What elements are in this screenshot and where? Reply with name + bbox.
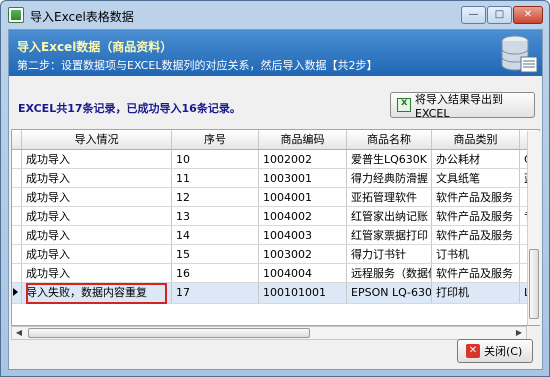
cell-status: 成功导入 (22, 207, 172, 225)
close-icon: ✕ (466, 344, 480, 358)
cell-seq: 17 (172, 283, 259, 303)
cell-code: 1004004 (259, 264, 347, 282)
scroll-left-arrow-icon[interactable]: ◀ (12, 327, 26, 339)
column-header-name[interactable]: 商品名称 (347, 130, 432, 149)
cell-status: 成功导入 (22, 245, 172, 263)
cell-seq: 12 (172, 188, 259, 206)
column-header-category[interactable]: 商品类别 (432, 130, 520, 149)
row-indicator (12, 188, 22, 206)
banner-title: 导入Excel数据（商品资料） (17, 40, 173, 54)
cell-code: 1004001 (259, 188, 347, 206)
table-row[interactable]: 成功导入 10 1002002 爱普生LQ630K 黑 办公耗材 C13 (12, 150, 539, 169)
table-row[interactable]: 成功导入 16 1004004 远程服务（数据修 软件产品及服务 (12, 264, 539, 283)
column-header-code[interactable]: 商品编码 (259, 130, 347, 149)
import-excel-window: 导入Excel表格数据 — □ ✕ 导入Excel数据（商品资料） 第二步：设置… (0, 0, 550, 377)
cell-name: EPSON LQ-630K (347, 283, 432, 303)
row-indicator-header (12, 130, 22, 149)
close-button[interactable]: ✕ 关闭(C) (457, 339, 533, 363)
maximize-button[interactable]: □ (487, 6, 512, 24)
cell-category: 文具纸笔 (432, 169, 520, 187)
column-header-status[interactable]: 导入情况 (22, 130, 172, 149)
window-title: 导入Excel表格数据 (30, 10, 134, 24)
cell-category: 软件产品及服务 (432, 207, 520, 225)
horizontal-scroll-thumb[interactable] (28, 328, 310, 338)
current-row-arrow-icon (13, 288, 18, 296)
row-indicator (12, 245, 22, 263)
cell-seq: 13 (172, 207, 259, 225)
row-indicator (12, 264, 22, 282)
excel-icon (397, 97, 411, 112)
window-close-button[interactable]: ✕ (513, 6, 543, 24)
cell-category: 软件产品及服务 (432, 188, 520, 206)
row-indicator (12, 169, 22, 187)
cell-status: 导入失败，数据内容重复 (22, 283, 172, 303)
table-row[interactable]: 成功导入 11 1003001 得力经典防滑握 文具纸笔 蓝色 (12, 169, 539, 188)
cell-status: 成功导入 (22, 188, 172, 206)
cell-name: 爱普生LQ630K 黑 (347, 150, 432, 168)
table-row[interactable]: 成功导入 12 1004001 亚拓管理软件 软件产品及服务 (12, 188, 539, 207)
cell-category: 办公耗材 (432, 150, 520, 168)
export-button-label: 将导入结果导出到EXCEL (415, 92, 503, 120)
import-summary: EXCEL共17条记录，已成功导入16条记录。 (18, 102, 241, 115)
cell-seq: 15 (172, 245, 259, 263)
cell-code: 1004002 (259, 207, 347, 225)
column-header-seq[interactable]: 序号 (172, 130, 259, 149)
cell-name: 得力订书针 (347, 245, 432, 263)
grid-header: 导入情况 序号 商品编码 商品名称 商品类别 (12, 130, 539, 150)
cell-seq: 16 (172, 264, 259, 282)
row-indicator (12, 150, 22, 168)
cell-name: 得力经典防滑握 (347, 169, 432, 187)
row-indicator (12, 207, 22, 225)
banner-step-description: 第二步：设置数据项与EXCEL数据列的对应关系，然后导入数据【共2步】 (17, 59, 378, 72)
minimize-button[interactable]: — (461, 6, 486, 24)
cell-status: 成功导入 (22, 264, 172, 282)
cell-seq: 10 (172, 150, 259, 168)
dialog-body: 导入Excel数据（商品资料） 第二步：设置数据项与EXCEL数据列的对应关系，… (8, 29, 543, 370)
header-banner: 导入Excel数据（商品资料） 第二步：设置数据项与EXCEL数据列的对应关系，… (9, 30, 542, 76)
cell-category: 软件产品及服务 (432, 264, 520, 282)
import-result-grid: 导入情况 序号 商品编码 商品名称 商品类别 成功导入 10 1002002 爱… (11, 129, 540, 326)
row-indicator (12, 283, 22, 303)
cell-name: 红管家出纳记账 (347, 207, 432, 225)
cell-category: 打印机 (432, 283, 520, 303)
cell-seq: 14 (172, 226, 259, 244)
cell-code: 1002002 (259, 150, 347, 168)
row-indicator (12, 226, 22, 244)
cell-code: 1003001 (259, 169, 347, 187)
app-icon (8, 7, 24, 23)
cell-status: 成功导入 (22, 150, 172, 168)
table-row[interactable]: 成功导入 14 1004003 红管家票据打印 软件产品及服务 (12, 226, 539, 245)
cell-status: 成功导入 (22, 226, 172, 244)
cell-code: 1004003 (259, 226, 347, 244)
cell-seq: 11 (172, 169, 259, 187)
table-row-failed-selected[interactable]: 导入失败，数据内容重复 17 100101001 EPSON LQ-630K 打… (12, 283, 539, 304)
scroll-right-arrow-icon[interactable]: ▶ (512, 327, 526, 339)
vertical-scroll-thumb[interactable] (529, 249, 539, 319)
cell-name: 远程服务（数据修 (347, 264, 432, 282)
database-icon (501, 35, 538, 73)
cell-code: 1003002 (259, 245, 347, 263)
cell-status: 成功导入 (22, 169, 172, 187)
export-to-excel-button[interactable]: 将导入结果导出到EXCEL (390, 92, 535, 120)
cell-name: 亚拓管理软件 (347, 188, 432, 206)
cell-category: 订书机 (432, 245, 520, 263)
cell-category: 软件产品及服务 (432, 226, 520, 244)
cell-code: 100101001 (259, 283, 347, 303)
close-button-label: 关闭(C) (484, 345, 523, 358)
horizontal-scrollbar[interactable]: ◀ ▶ (11, 326, 527, 340)
table-row[interactable]: 成功导入 15 1003002 得力订书针 订书机 (12, 245, 539, 264)
cell-name: 红管家票据打印 (347, 226, 432, 244)
table-row[interactable]: 成功导入 13 1004002 红管家出纳记账 软件产品及服务 专业 (12, 207, 539, 226)
title-bar[interactable]: 导入Excel表格数据 — □ ✕ (1, 1, 549, 29)
vertical-scrollbar[interactable] (527, 131, 540, 325)
